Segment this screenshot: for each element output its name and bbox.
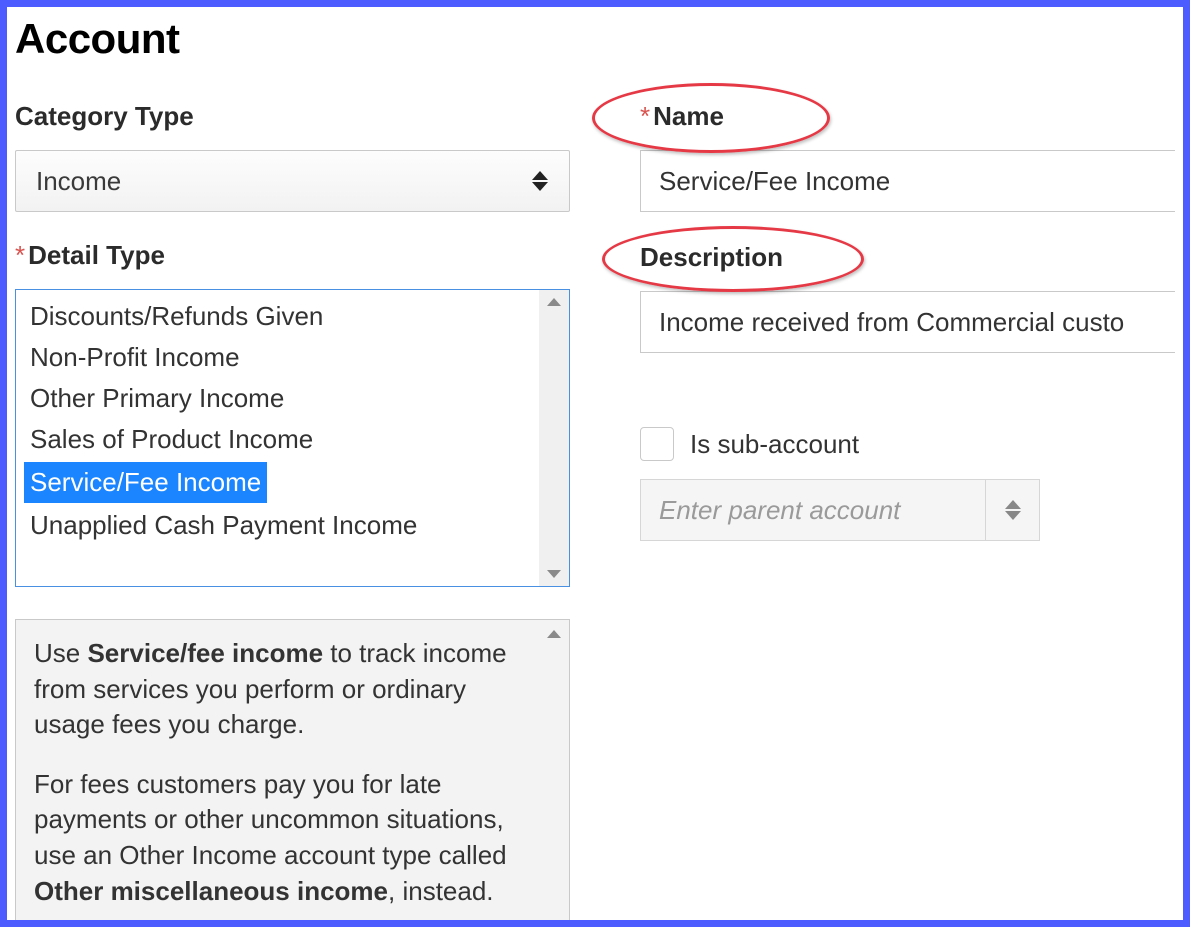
page-title: Account [15, 15, 1175, 63]
description-label: Description [640, 242, 783, 273]
list-item[interactable]: Sales of Product Income [24, 419, 531, 460]
list-item[interactable]: Non-Profit Income [24, 337, 531, 378]
list-item[interactable]: Discounts/Refunds Given [24, 296, 531, 337]
select-arrows-icon [1004, 500, 1022, 520]
sub-account-label: Is sub-account [690, 429, 859, 460]
detail-type-listbox[interactable]: Discounts/Refunds GivenNon-Profit Income… [15, 289, 570, 587]
scroll-down-icon [547, 570, 561, 578]
select-arrows-icon [531, 171, 549, 191]
listbox-scrollbar[interactable] [539, 290, 569, 586]
scroll-up-icon [547, 298, 561, 306]
description-input[interactable] [640, 291, 1175, 353]
parent-account-placeholder: Enter parent account [659, 495, 985, 526]
category-type-label: Category Type [15, 101, 570, 132]
category-type-select[interactable]: Income [15, 150, 570, 212]
detail-type-help: Use Service/fee income to track income f… [15, 619, 570, 923]
parent-account-select[interactable]: Enter parent account [640, 479, 1040, 541]
detail-type-label: *Detail Type [15, 240, 570, 271]
help-scrollbar[interactable] [539, 620, 569, 922]
name-label: *Name [640, 101, 724, 132]
name-input[interactable] [640, 150, 1175, 212]
sub-account-checkbox[interactable] [640, 427, 674, 461]
category-type-value: Income [36, 166, 531, 197]
help-text: Use Service/fee income to track income f… [34, 636, 529, 909]
scroll-up-icon [547, 630, 561, 638]
list-item[interactable]: Service/Fee Income [24, 462, 531, 503]
list-item[interactable]: Other Primary Income [24, 378, 531, 419]
list-item[interactable]: Unapplied Cash Payment Income [24, 505, 531, 546]
